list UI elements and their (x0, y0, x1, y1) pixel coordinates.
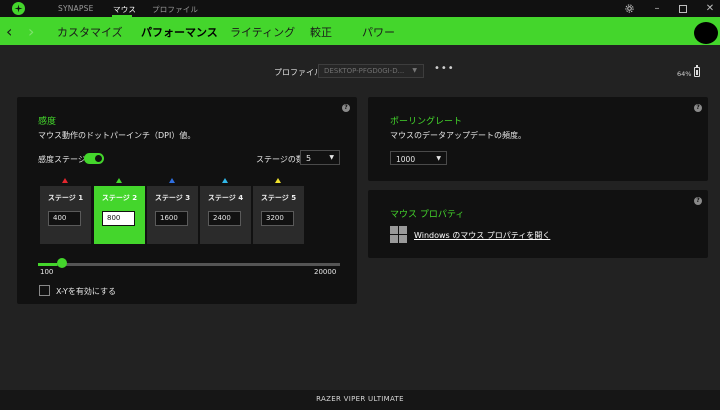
sensitivity-title: 感度 (38, 117, 57, 127)
battery-percent: 64% (677, 70, 692, 78)
chevron-down-icon: ▼ (412, 67, 417, 74)
tab-lighting[interactable]: ライティング (230, 24, 295, 40)
stage-1-indicator (62, 178, 68, 183)
tab-customize[interactable]: カスタマイズ (57, 24, 123, 40)
dpi-slider-min: 100 (40, 268, 54, 276)
tab-profiles[interactable]: プロファイル (152, 4, 198, 15)
tab-performance[interactable]: パフォーマンス (141, 24, 218, 40)
sensitivity-description: マウス動作のドットパーインチ（DPI）値。 (38, 131, 196, 140)
dpi-stage-2[interactable]: ステージ 2 800 (94, 186, 145, 244)
tab-calibration[interactable]: 較正 (310, 24, 332, 40)
dpi-slider-track[interactable] (38, 263, 340, 266)
stage-count-select[interactable]: 5 ▼ (300, 150, 340, 165)
dpi-input[interactable]: 3200 (261, 211, 294, 226)
sub-navigation: ‹ › カスタマイズ パフォーマンス ライティング 較正 パワー (0, 17, 720, 45)
profile-select-value: DESKTOP-PFGD0GI-D... (324, 67, 405, 75)
stage-2-indicator (116, 178, 122, 183)
maximize-icon[interactable] (676, 2, 690, 15)
dpi-input[interactable]: 400 (48, 211, 81, 226)
stage-5-indicator (275, 178, 281, 183)
polling-rate-value: 1000 (396, 155, 416, 164)
battery-icon (694, 65, 700, 77)
title-bar: SYNAPSE マウス プロファイル – ✕ (0, 0, 720, 17)
dpi-slider-max: 20000 (314, 268, 337, 276)
sensitivity-stages-label: 感度ステージ (38, 155, 86, 164)
stage-name: ステージ 5 (260, 194, 297, 202)
avatar[interactable] (694, 22, 718, 44)
windows-icon (390, 226, 408, 244)
settings-icon[interactable] (622, 2, 636, 15)
close-icon[interactable]: ✕ (703, 2, 717, 15)
forward-arrow-icon[interactable]: › (28, 22, 34, 41)
tab-power[interactable]: パワー (362, 24, 395, 40)
chevron-down-icon: ▼ (329, 154, 334, 161)
dpi-stage-4[interactable]: ステージ 4 2400 (200, 186, 251, 244)
help-icon[interactable]: ? (694, 197, 702, 205)
stage-3-indicator (169, 178, 175, 183)
mouse-properties-panel (368, 190, 708, 258)
help-icon[interactable]: ? (694, 104, 702, 112)
mouse-properties-title: マウス プロパティ (390, 210, 465, 220)
profile-label: プロファイル (274, 68, 322, 77)
stage-count-value: 5 (306, 154, 312, 163)
polling-rate-select[interactable]: 1000 ▼ (390, 151, 447, 165)
device-name: RAZER VIPER ULTIMATE (316, 395, 404, 403)
stage-name: ステージ 4 (207, 194, 244, 202)
back-arrow-icon[interactable]: ‹ (6, 22, 12, 41)
stage-name: ステージ 2 (101, 194, 138, 202)
dpi-input[interactable]: 1600 (155, 211, 188, 226)
dpi-slider-fill (38, 263, 57, 266)
tab-synapse[interactable]: SYNAPSE (58, 4, 94, 13)
dpi-stage-1[interactable]: ステージ 1 400 (40, 186, 91, 244)
help-icon[interactable]: ? (342, 104, 350, 112)
more-options-icon[interactable]: ••• (434, 63, 455, 74)
dpi-input[interactable]: 2400 (208, 211, 241, 226)
dpi-input[interactable]: 800 (102, 211, 135, 226)
stage-count-label: ステージの数 (256, 155, 304, 164)
stage-4-indicator (222, 178, 228, 183)
dpi-slider-thumb[interactable] (56, 258, 67, 268)
razer-logo-icon (12, 2, 25, 15)
stage-name: ステージ 3 (154, 194, 191, 202)
stage-name: ステージ 1 (47, 194, 84, 202)
polling-rate-description: マウスのデータアップデートの頻度。 (390, 131, 526, 140)
dpi-stage-5[interactable]: ステージ 5 3200 (253, 186, 304, 244)
tab-mouse[interactable]: マウス (113, 4, 136, 15)
device-footer: RAZER VIPER ULTIMATE (0, 390, 720, 410)
open-mouse-properties-link[interactable]: Windows のマウス プロパティを開く (414, 230, 550, 241)
xy-enable-checkbox[interactable] (39, 285, 50, 296)
profile-select[interactable]: DESKTOP-PFGD0GI-D... ▼ (318, 64, 424, 78)
polling-rate-title: ポーリングレート (390, 117, 463, 127)
minimize-icon[interactable]: – (650, 2, 664, 15)
xy-enable-label: X-Yを有効にする (56, 287, 116, 296)
sensitivity-stages-toggle[interactable] (84, 153, 104, 164)
dpi-stage-3[interactable]: ステージ 3 1600 (147, 186, 198, 244)
chevron-down-icon: ▼ (436, 155, 441, 162)
